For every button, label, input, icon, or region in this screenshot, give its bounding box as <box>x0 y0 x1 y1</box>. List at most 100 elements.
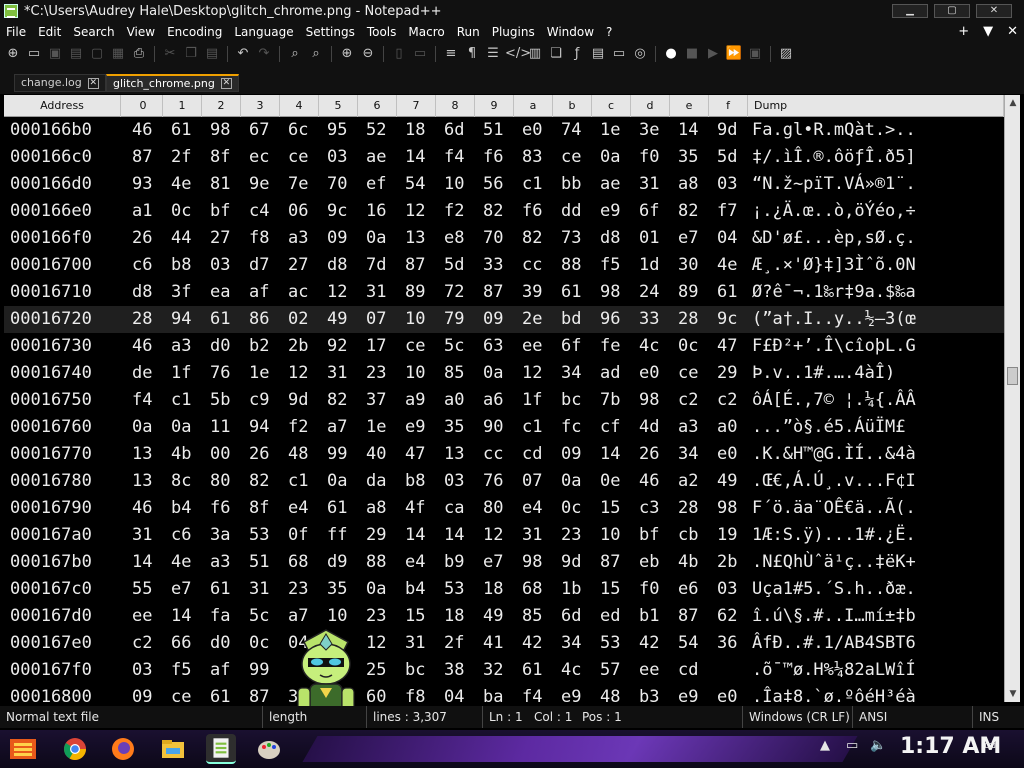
hex-byte[interactable]: fa <box>210 603 230 630</box>
save-macro-icon[interactable]: ▣ <box>746 45 764 63</box>
hex-byte[interactable]: 09 <box>483 306 503 333</box>
hex-byte[interactable]: ee <box>132 603 152 630</box>
hex-row[interactable]: 00016760 0a 0a 11 94 f2 a7 1e e9 35 90 c1 fc cf 4d a3 a0… <box>4 414 1004 441</box>
hex-byte[interactable]: 30 <box>678 252 698 279</box>
hex-byte[interactable]: 92 <box>327 333 347 360</box>
hex-row[interactable]: 0001680009ce61873860f804baf4e948b3e9e0.Î… <box>4 684 1004 702</box>
tab-change-log[interactable]: change.log ✕ <box>14 74 106 92</box>
hex-byte[interactable]: 61 <box>522 657 542 684</box>
hex-byte[interactable]: 31 <box>132 522 152 549</box>
hex-byte[interactable]: 67 <box>249 117 269 144</box>
paint-icon[interactable] <box>256 736 282 762</box>
hex-byte[interactable]: f4 <box>132 387 152 414</box>
hex-byte[interactable]: e0 <box>717 441 737 468</box>
status-insert-mode[interactable]: INS <box>972 706 999 728</box>
hex-byte[interactable]: 07 <box>522 468 542 495</box>
hex-byte[interactable]: 10 <box>444 171 464 198</box>
find-icon[interactable]: ⌕ <box>286 45 304 63</box>
hex-byte[interactable]: 03 <box>717 576 737 603</box>
hex-byte[interactable]: 54 <box>678 630 698 657</box>
hex-byte[interactable]: e0 <box>717 684 737 702</box>
hex-byte[interactable]: ce <box>561 144 581 171</box>
hex-byte[interactable]: 96 <box>600 306 620 333</box>
hex-byte[interactable]: 4c <box>639 333 659 360</box>
hex-byte[interactable]: e7 <box>171 576 191 603</box>
hex-byte[interactable]: a6 <box>483 387 503 414</box>
hex-byte[interactable]: f5 <box>171 657 191 684</box>
zoom-in-icon[interactable]: ⊕ <box>338 45 356 63</box>
hex-byte[interactable]: a7 <box>288 603 308 630</box>
hex-byte[interactable]: d8 <box>600 225 620 252</box>
hex-byte[interactable]: e7 <box>483 549 503 576</box>
hex-byte[interactable]: a3 <box>678 414 698 441</box>
sync-horizontal-icon[interactable]: ▭ <box>411 45 429 63</box>
hex-byte[interactable]: 9d <box>288 387 308 414</box>
hex-byte[interactable]: 23 <box>366 360 386 387</box>
hex-byte[interactable]: 55 <box>132 576 152 603</box>
hex-byte[interactable]: 66 <box>171 630 191 657</box>
hex-byte[interactable]: 46 <box>639 468 659 495</box>
hex-byte[interactable]: f0 <box>639 144 659 171</box>
hex-byte[interactable]: 12 <box>405 198 425 225</box>
hex-byte[interactable]: cd <box>522 441 542 468</box>
hex-byte[interactable]: 68 <box>522 576 542 603</box>
hex-byte[interactable]: 34 <box>678 441 698 468</box>
hex-byte[interactable]: f2 <box>444 198 464 225</box>
close-document-icon[interactable]: ✕ <box>1007 24 1018 39</box>
hex-byte[interactable]: 73 <box>561 225 581 252</box>
hex-byte[interactable]: d0 <box>210 333 230 360</box>
hex-byte[interactable]: 31 <box>366 279 386 306</box>
hex-byte[interactable]: 42 <box>639 630 659 657</box>
scroll-down-icon[interactable]: ▼ <box>1005 686 1021 702</box>
tab-list-dropdown-icon[interactable]: ▼ <box>983 24 993 39</box>
hex-byte[interactable]: ff <box>327 522 347 549</box>
hex-byte[interactable]: 5c <box>249 603 269 630</box>
hex-byte[interactable]: 4d <box>639 414 659 441</box>
hex-byte[interactable]: a8 <box>678 171 698 198</box>
hex-byte[interactable]: 12 <box>483 522 503 549</box>
hex-byte[interactable]: 61 <box>210 306 230 333</box>
hex-byte[interactable]: 76 <box>483 468 503 495</box>
redo-icon[interactable]: ↷ <box>255 45 273 63</box>
vertical-scrollbar[interactable]: ▲ ▼ <box>1004 95 1020 702</box>
new-file-icon[interactable]: ⊕ <box>4 45 22 63</box>
hex-byte[interactable]: 13 <box>405 225 425 252</box>
save-all-icon[interactable]: ▤ <box>67 45 85 63</box>
hex-row[interactable]: 000166f0 26 44 27 f8 a3 09 0a 13 e8 70 82 73 d8 01 e7 04… <box>4 225 1004 252</box>
hex-byte[interactable]: 31 <box>327 360 347 387</box>
hex-byte[interactable]: 6c <box>288 117 308 144</box>
hex-byte[interactable]: 85 <box>522 603 542 630</box>
hex-byte[interactable]: f2 <box>288 414 308 441</box>
hex-byte[interactable]: c1 <box>522 414 542 441</box>
hex-byte[interactable]: 2b <box>717 549 737 576</box>
hex-byte[interactable]: c1 <box>171 387 191 414</box>
hex-byte[interactable]: 04 <box>717 225 737 252</box>
hex-byte[interactable]: 0c <box>171 198 191 225</box>
hex-byte[interactable]: 53 <box>600 630 620 657</box>
hex-byte[interactable]: 2e <box>522 306 542 333</box>
hex-byte[interactable]: 13 <box>132 468 152 495</box>
hex-byte[interactable]: 10 <box>327 603 347 630</box>
hex-byte[interactable]: 31 <box>249 576 269 603</box>
hex-byte[interactable]: eb <box>639 549 659 576</box>
tab-glitch-chrome[interactable]: glitch_chrome.png ✕ <box>106 74 239 92</box>
hex-byte[interactable]: 5d <box>444 252 464 279</box>
hex-byte[interactable]: 28 <box>678 495 698 522</box>
hex-byte[interactable]: 89 <box>678 279 698 306</box>
hex-byte[interactable]: 03 <box>717 171 737 198</box>
hex-byte[interactable]: 0a <box>327 468 347 495</box>
hex-byte[interactable]: 26 <box>249 441 269 468</box>
hex-byte[interactable]: 33 <box>639 306 659 333</box>
tab-close-icon[interactable]: ✕ <box>87 77 99 89</box>
hex-byte[interactable]: 6d <box>444 117 464 144</box>
hex-byte[interactable]: 80 <box>210 468 230 495</box>
hex-byte[interactable]: a0 <box>717 414 737 441</box>
hex-byte[interactable]: c2 <box>717 387 737 414</box>
hex-byte[interactable]: a1 <box>132 198 152 225</box>
hex-byte[interactable]: 98 <box>717 495 737 522</box>
hex-byte[interactable]: 1e <box>249 360 269 387</box>
hex-byte[interactable]: e4 <box>405 549 425 576</box>
hex-byte[interactable]: 82 <box>483 198 503 225</box>
hex-byte[interactable]: 93 <box>132 171 152 198</box>
record-macro-icon[interactable]: ● <box>662 45 680 63</box>
